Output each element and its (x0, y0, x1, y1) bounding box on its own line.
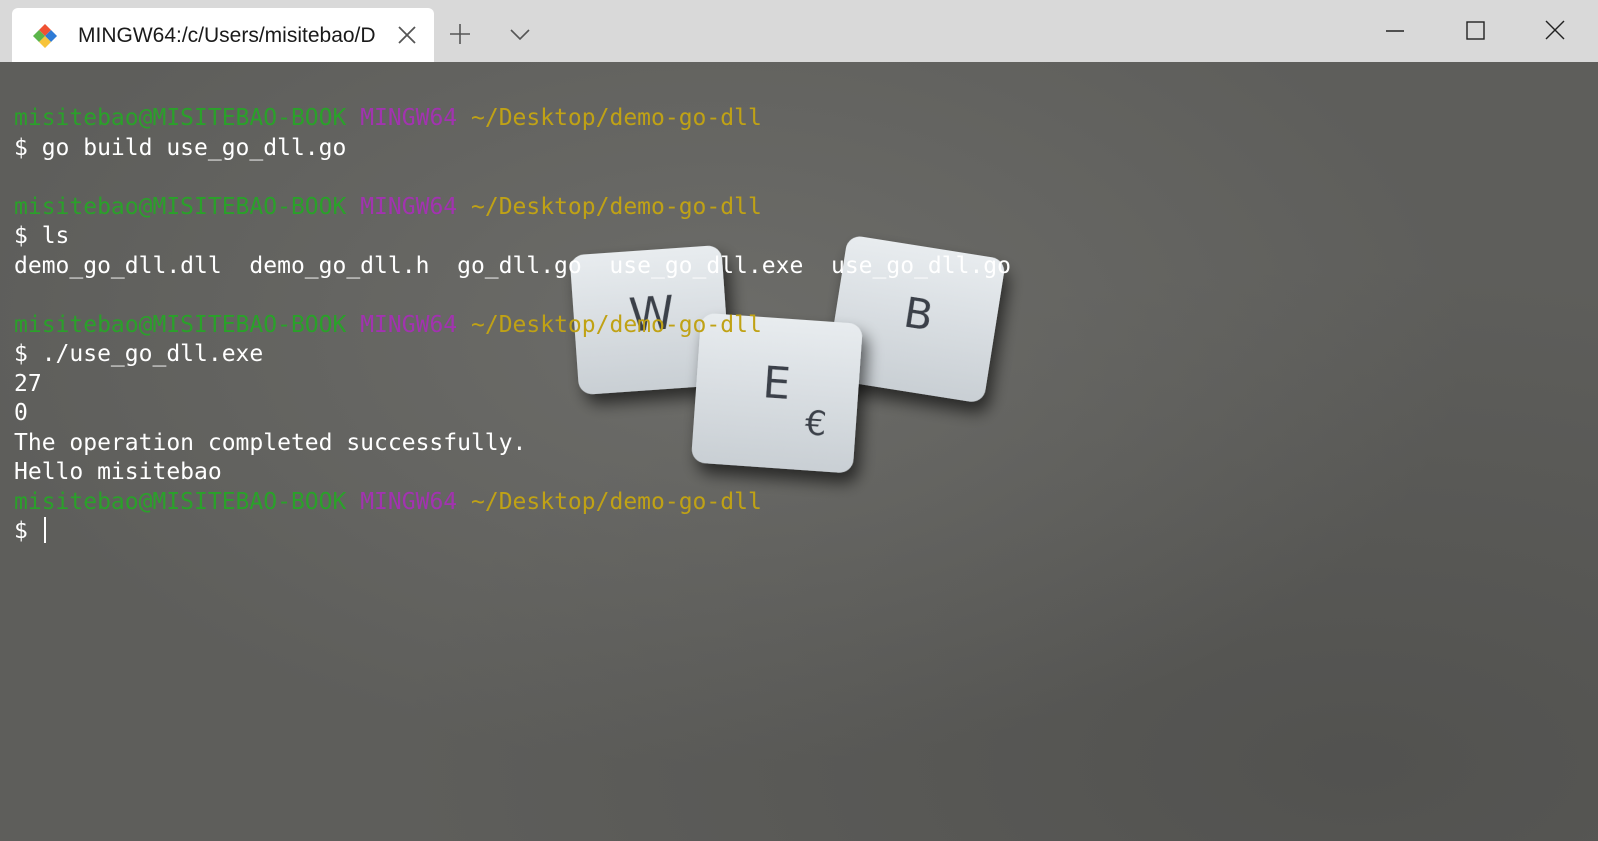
prompt-user: misitebao@MISITEBAO-BOOK (14, 488, 347, 515)
chevron-down-icon[interactable] (508, 22, 532, 46)
output-line: The operation completed successfully. (14, 429, 527, 456)
tab-title: MINGW64:/c/Users/misitebao/D (78, 24, 376, 47)
terminal-output: misitebao@MISITEBAO-BOOK MINGW64 ~/Deskt… (14, 104, 1011, 547)
command-line: $ (14, 518, 28, 544)
minimize-icon[interactable] (1376, 14, 1416, 48)
output-line: Hello misitebao (14, 459, 222, 485)
prompt-user: misitebao@MISITEBAO-BOOK (14, 105, 347, 131)
terminal-tab[interactable]: MINGW64:/c/Users/misitebao/D (12, 8, 434, 62)
text-cursor (43, 517, 46, 543)
terminal-pane[interactable]: W B E € misitebao@MISITEBAO-BOOK MINGW64… (0, 62, 1598, 841)
output-line: 0 (14, 400, 28, 426)
prompt-shell: MINGW64 (360, 311, 458, 338)
prompt-shell: MINGW64 (360, 193, 458, 220)
prompt-path: ~/Desktop/demo-go-dll (471, 311, 762, 338)
title-bar: MINGW64:/c/Users/misitebao/D (0, 0, 1598, 62)
command-line: $ ./use_go_dll.exe (14, 341, 264, 367)
prompt-path: ~/Desktop/demo-go-dll (471, 193, 762, 220)
prompt-shell: MINGW64 (360, 105, 458, 131)
plus-icon[interactable] (448, 22, 472, 46)
prompt-path: ~/Desktop/demo-go-dll (471, 488, 762, 515)
prompt-line: misitebao@MISITEBAO-BOOK MINGW64 ~/Deskt… (14, 193, 1011, 223)
output-line: 27 (14, 370, 42, 397)
prompt-shell: MINGW64 (360, 488, 458, 515)
git-bash-icon (33, 24, 57, 48)
prompt-line: misitebao@MISITEBAO-BOOK MINGW64 ~/Deskt… (14, 311, 1011, 341)
command-line: $ ls (14, 223, 70, 249)
terminal-window: MINGW64:/c/Users/misitebao/D W B E € mis… (0, 0, 1598, 841)
tab-close-icon[interactable] (396, 24, 418, 46)
current-prompt-line[interactable]: $ (14, 517, 1011, 547)
command-line: $ go build use_go_dll.go (14, 134, 347, 161)
maximize-icon[interactable] (1456, 14, 1496, 48)
prompt-path: ~/Desktop/demo-go-dll (471, 105, 762, 131)
ls-output: demo_go_dll.dll demo_go_dll.h go_dll.go … (14, 252, 1011, 279)
prompt-user: misitebao@MISITEBAO-BOOK (14, 193, 347, 220)
prompt-line: misitebao@MISITEBAO-BOOK MINGW64 ~/Deskt… (14, 488, 1011, 518)
prompt-line: misitebao@MISITEBAO-BOOK MINGW64 ~/Deskt… (14, 104, 1011, 134)
close-icon[interactable] (1536, 14, 1576, 48)
prompt-user: misitebao@MISITEBAO-BOOK (14, 311, 347, 338)
